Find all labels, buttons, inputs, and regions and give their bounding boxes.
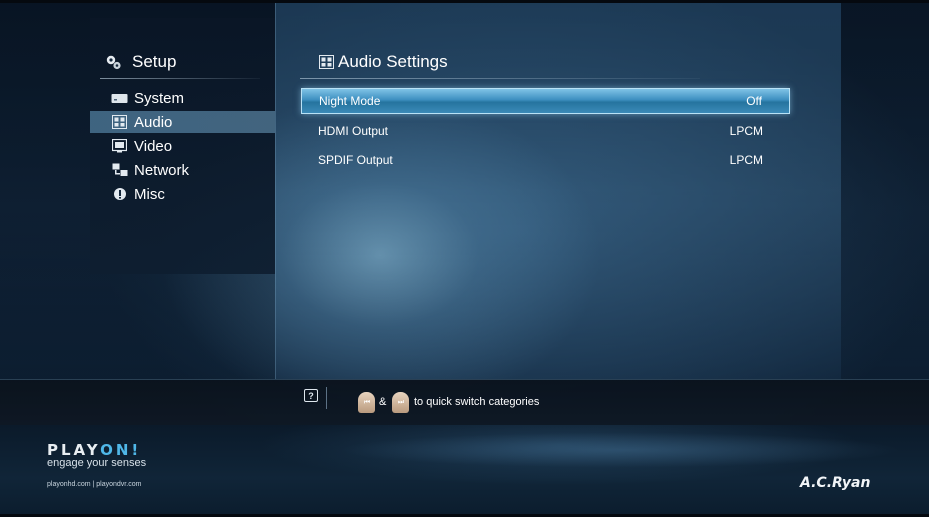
hint-separator (326, 387, 327, 409)
sidebar-item-label: Misc (134, 185, 165, 203)
video-icon (111, 139, 128, 153)
next-button-icon: ⏭ (392, 392, 409, 413)
sidebar-item-label: Video (134, 137, 173, 155)
setting-value: LPCM (729, 124, 763, 138)
system-icon (111, 92, 128, 105)
setting-label: HDMI Output (318, 124, 389, 138)
sidebar-item-label: Network (134, 161, 190, 179)
audio-icon (111, 115, 128, 129)
right-backdrop (841, 3, 929, 379)
page-title: Audio Settings (318, 50, 448, 74)
sidebar-item-network[interactable]: Network (90, 159, 275, 181)
setting-spdif-output[interactable]: SPDIF Output LPCM (301, 147, 790, 173)
page-title-label: Audio Settings (338, 52, 448, 71)
setting-night-mode[interactable]: Night Mode Off (301, 88, 790, 114)
hint-ampersand: & (379, 396, 387, 408)
sidebar-title: Setup (105, 50, 176, 74)
sidebar-item-system[interactable]: System (90, 87, 275, 109)
sidebar-item-audio[interactable]: Audio (90, 111, 275, 133)
brand-links: playonhd.com | playondvr.com (47, 481, 142, 488)
setting-value: Off (746, 94, 762, 108)
setting-label: Night Mode (319, 94, 381, 108)
sidebar-title-label: Setup (132, 52, 177, 71)
sidebar-item-label: Audio (134, 113, 173, 131)
setting-label: SPDIF Output (318, 153, 393, 167)
sidebar-item-misc[interactable]: Misc (90, 183, 275, 205)
setting-hdmi-output[interactable]: HDMI Output LPCM (301, 118, 790, 144)
help-icon: ? (304, 389, 318, 402)
prev-button-icon: ⏮ (358, 392, 375, 413)
info-icon (111, 188, 128, 201)
audio-icon (318, 55, 335, 69)
gears-icon (105, 55, 122, 69)
brand-tagline: engage your senses (47, 457, 147, 469)
sidebar-divider (100, 78, 260, 79)
acryan-logo: A.C.Ryan (800, 475, 871, 491)
sidebar-item-label: System (134, 89, 185, 107)
hint-text: to quick switch categories (414, 396, 540, 408)
network-icon (111, 163, 128, 177)
title-divider (300, 78, 700, 79)
sidebar-item-video[interactable]: Video (90, 135, 275, 157)
setting-value: LPCM (729, 153, 763, 167)
